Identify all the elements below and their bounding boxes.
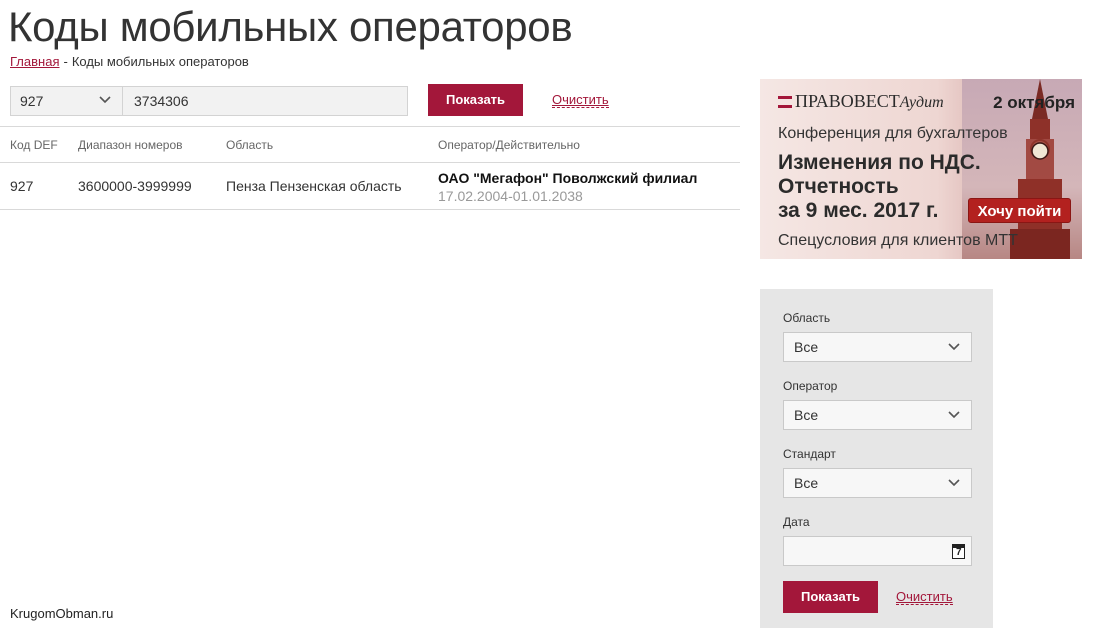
- breadcrumb-separator: -: [63, 54, 68, 69]
- banner-logo: ПРАВОВЕСТАудит: [778, 91, 944, 112]
- banner-footer: Спецусловия для клиентов МТТ: [778, 232, 1018, 249]
- region-filter-label: Область: [783, 311, 831, 325]
- breadcrumb-home-link[interactable]: Главная: [10, 54, 59, 69]
- logo-mark-icon: [778, 96, 792, 108]
- def-code-value: 927: [20, 93, 44, 109]
- region-filter-select[interactable]: Все: [783, 332, 972, 362]
- column-header-operator: Оператор/Действительно: [438, 138, 580, 152]
- cell-operator: ОАО "Мегафон" Поволжский филиал: [438, 170, 698, 186]
- table-bottom-divider: [0, 209, 740, 210]
- filter-clear-link[interactable]: Очистить: [896, 589, 953, 605]
- date-filter-label: Дата: [783, 515, 810, 529]
- ad-banner[interactable]: ПРАВОВЕСТАудит 2 октября Конференция для…: [760, 79, 1082, 259]
- cell-region: Пенза Пензенская область: [226, 178, 402, 194]
- standard-filter-label: Стандарт: [783, 447, 836, 461]
- operator-filter-select[interactable]: Все: [783, 400, 972, 430]
- column-header-def-code: Код DEF: [10, 138, 58, 152]
- table-top-divider: [0, 126, 740, 127]
- table-header-divider: [0, 162, 740, 163]
- breadcrumb-current: Коды мобильных операторов: [71, 54, 249, 69]
- column-header-range: Диапазон номеров: [78, 138, 183, 152]
- page-title: Коды мобильных операторов: [8, 3, 573, 50]
- chevron-down-icon: [948, 479, 960, 487]
- banner-headline: Изменения по НДС. Отчетность за 9 мес. 2…: [778, 151, 981, 222]
- watermark-text: KrugomObman.ru: [10, 606, 114, 621]
- chevron-down-icon: [948, 411, 960, 419]
- cell-validity-dates: 17.02.2004-01.01.2038: [438, 188, 583, 204]
- banner-date: 2 октября: [993, 93, 1075, 112]
- cell-def-code: 927: [10, 178, 34, 194]
- banner-cta-button[interactable]: Хочу пойти: [968, 198, 1071, 223]
- calendar-icon[interactable]: 7: [952, 544, 965, 559]
- show-button[interactable]: Показать: [428, 84, 523, 116]
- cell-number-range: 3600000-3999999: [78, 178, 192, 194]
- def-code-select[interactable]: 927: [10, 86, 123, 116]
- banner-subtitle: Конференция для бухгалтеров: [778, 125, 1008, 142]
- operator-filter-label: Оператор: [783, 379, 838, 393]
- standard-filter-select[interactable]: Все: [783, 468, 972, 498]
- clear-link[interactable]: Очистить: [552, 92, 609, 108]
- filter-panel: Область Все Оператор Все Стандарт Все Да…: [760, 289, 993, 628]
- filter-show-button[interactable]: Показать: [783, 581, 878, 613]
- breadcrumb: Главная - Коды мобильных операторов: [10, 54, 249, 69]
- date-filter-input[interactable]: 7: [783, 536, 972, 566]
- chevron-down-icon: [99, 96, 111, 104]
- phone-number-input[interactable]: [123, 86, 408, 116]
- chevron-down-icon: [948, 343, 960, 351]
- column-header-region: Область: [226, 138, 274, 152]
